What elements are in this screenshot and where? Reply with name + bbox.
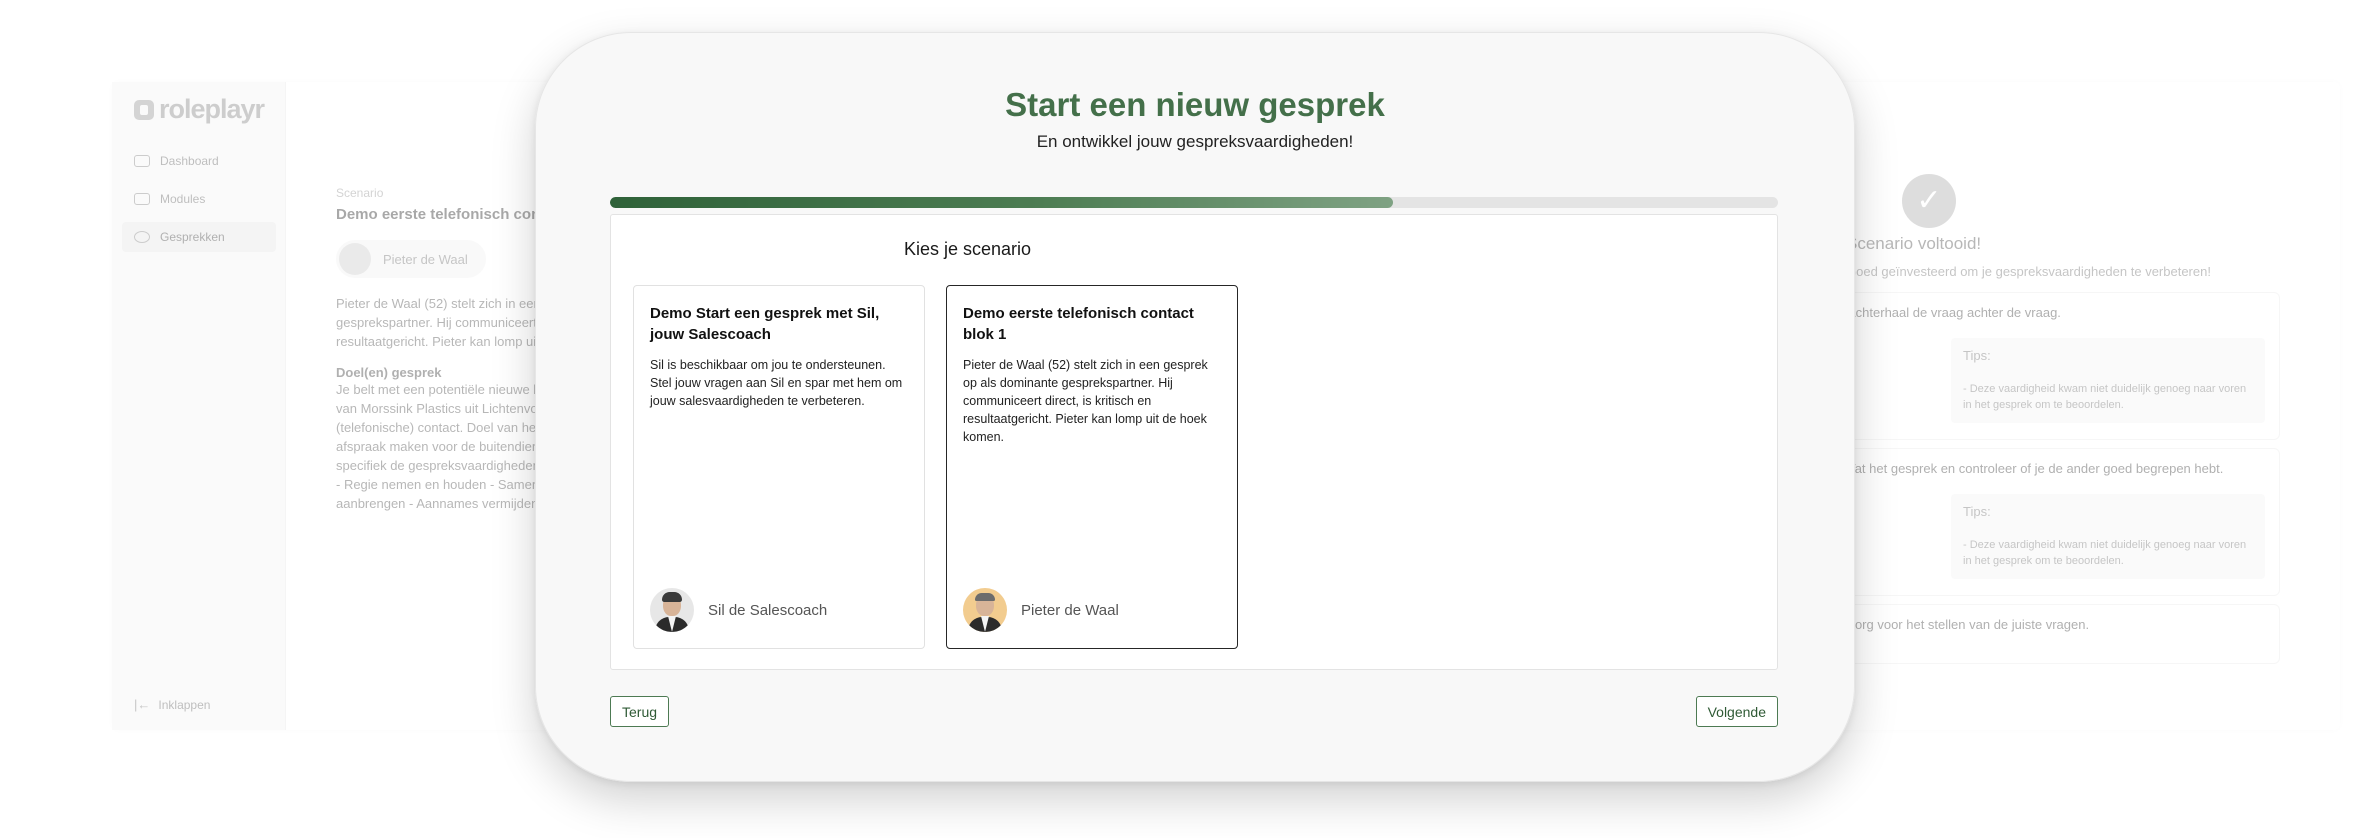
- feedback-card: Achterhaal de vraag achter de vraag. Tip…: [1832, 292, 2280, 440]
- card-title: Demo eerste telefonisch contact blok 1: [963, 305, 1194, 343]
- collapse-label: Inklappen: [158, 697, 211, 712]
- sidebar-item-dashboard[interactable]: Dashboard: [122, 146, 276, 176]
- persona-name: Pieter de Waal: [1021, 601, 1119, 619]
- progress-fill: [610, 197, 1393, 208]
- sidebar-item-label: Gesprekken: [160, 230, 225, 244]
- persona-name: Sil de Salescoach: [708, 601, 828, 619]
- section-title: Kies je scenario: [904, 239, 1032, 259]
- feedback-question: Zorg voor het stellen van de juiste vrag…: [1847, 617, 2090, 632]
- scenario-panel: Kies je scenario Demo Start een gesprek …: [610, 214, 1778, 670]
- avatar: [650, 588, 694, 632]
- modal-subtitle: En ontwikkel jouw gespreksvaardigheden!: [1036, 132, 1354, 151]
- card-description: Sil is beschikbaar om jou te ondersteune…: [650, 358, 903, 408]
- feedback-tips: Tips: - Deze vaardigheid kwam niet duide…: [1951, 494, 2265, 579]
- persona-chip: Pieter de Waal: [336, 240, 486, 278]
- feedback-question: Achterhaal de vraag achter de vraag.: [1847, 305, 2061, 320]
- scenario-card-sil[interactable]: Demo Start een gesprek met Sil, jouw Sal…: [633, 285, 925, 649]
- completion-subtitle: Goed geïnvesteerd om je gespreksvaardigh…: [1846, 264, 2211, 279]
- background-app-right: ✓ Scenario voltooid! Goed geïnvesteerd o…: [1780, 82, 2340, 730]
- sidebar-item-label: Dashboard: [160, 154, 219, 168]
- scenario-card-pieter[interactable]: Demo eerste telefonisch contact blok 1 P…: [946, 285, 1238, 649]
- new-conversation-modal: Start een nieuw gesprek En ontwikkel jou…: [535, 32, 1855, 782]
- card-persona: Sil de Salescoach: [650, 588, 827, 632]
- collapse-icon: |←: [134, 697, 151, 712]
- sidebar-item-label: Modules: [160, 192, 206, 206]
- collapse-sidebar-button[interactable]: |← Inklappen: [134, 697, 210, 712]
- logo: roleplayr: [134, 94, 265, 125]
- tips-heading: Tips:: [1963, 504, 1991, 519]
- progress-bar: [610, 197, 1778, 208]
- home-icon: [134, 155, 150, 167]
- completion-title: Scenario voltooid!: [1846, 234, 1982, 253]
- next-button[interactable]: Volgende: [1695, 696, 1778, 727]
- tips-text: - Deze vaardigheid kwam niet duidelijk g…: [1963, 383, 2247, 411]
- tips-heading: Tips:: [1963, 348, 1991, 363]
- tips-text: - Deze vaardigheid kwam niet duidelijk g…: [1963, 539, 2247, 567]
- logo-text: roleplayr: [159, 94, 265, 124]
- feedback-tips: Tips: - Deze vaardigheid kwam niet duide…: [1951, 338, 2265, 423]
- sidebar-item-modules[interactable]: Modules: [122, 184, 276, 214]
- back-button[interactable]: Terug: [610, 696, 670, 727]
- logo-icon: [134, 99, 154, 120]
- sidebar-item-gesprekken[interactable]: Gesprekken: [122, 222, 276, 252]
- feedback-card: Zorg voor het stellen van de juiste vrag…: [1832, 604, 2280, 664]
- card-description: Pieter de Waal (52) stelt zich in een ge…: [963, 358, 1208, 444]
- modules-icon: [134, 193, 150, 205]
- avatar: [339, 243, 371, 275]
- chat-icon: [134, 231, 150, 243]
- avatar: [963, 588, 1007, 632]
- feedback-question: Vat het gesprek en controleer of je de a…: [1847, 461, 2224, 476]
- feedback-card: Vat het gesprek en controleer of je de a…: [1832, 448, 2280, 596]
- card-persona: Pieter de Waal: [963, 588, 1119, 632]
- card-title: Demo Start een gesprek met Sil, jouw Sal…: [650, 305, 880, 343]
- sidebar-nav: Dashboard Modules Gesprekken: [122, 146, 276, 260]
- persona-name: Pieter de Waal: [383, 251, 468, 267]
- sidebar: roleplayr Dashboard Modules Gesprekken |…: [112, 82, 286, 730]
- check-icon: ✓: [1902, 174, 1956, 228]
- modal-title: Start een nieuw gesprek: [1005, 86, 1385, 123]
